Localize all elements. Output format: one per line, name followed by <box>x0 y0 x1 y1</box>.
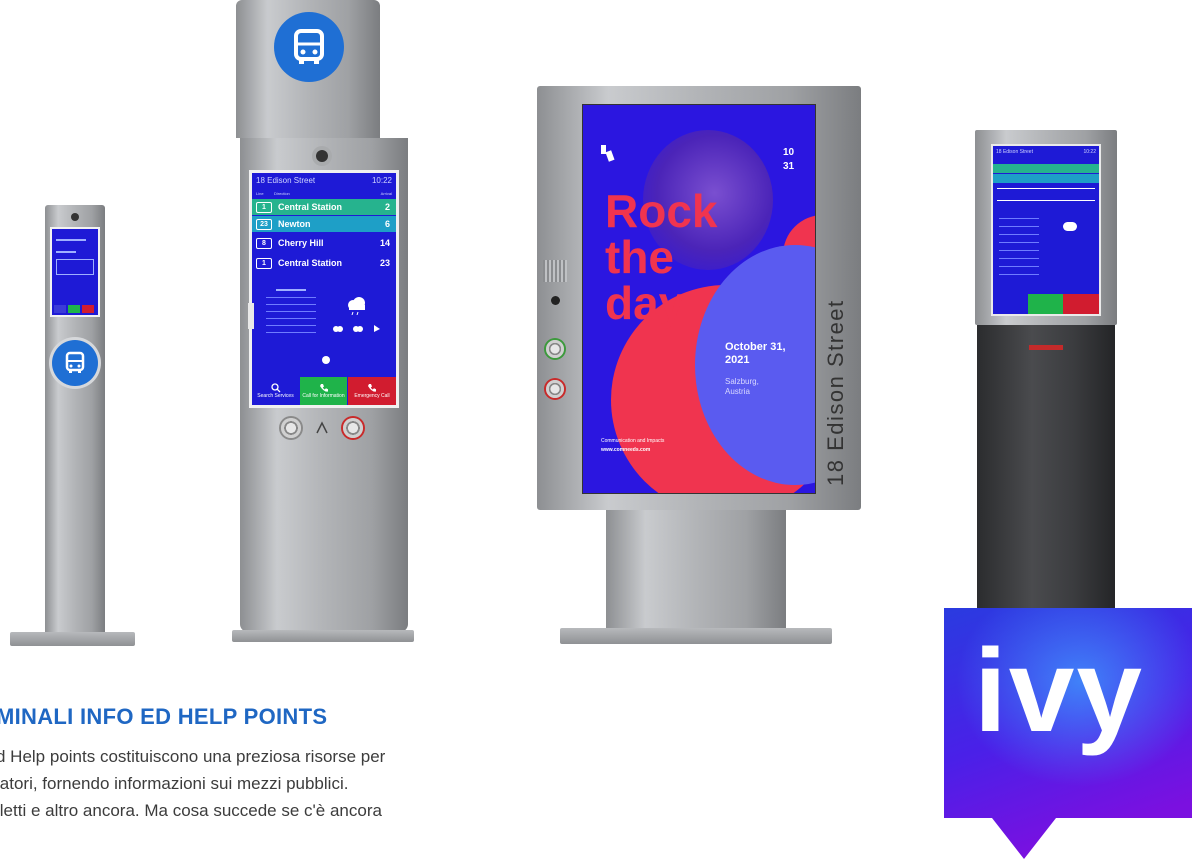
side-icons <box>248 303 254 329</box>
poster-footer-2: www.comneeds.com <box>601 447 651 453</box>
departure-row <box>993 164 1099 173</box>
poster-line-1: Rock <box>605 185 718 237</box>
poster-screen[interactable]: 10 31 Rock the day October 31, 2021 Salz… <box>582 104 816 494</box>
bus-icon <box>65 351 85 373</box>
info-call-button[interactable]: Call for Information <box>300 377 347 405</box>
column-line: Line <box>256 191 264 196</box>
totem-body: 18 Edison Street 10:22 Line Direction Ar… <box>240 138 408 632</box>
paragraph-line-2: iatori, fornendo informazioni sui mezzi … <box>0 774 349 793</box>
poster-line-3: day <box>605 277 685 329</box>
sos-hardware-button[interactable] <box>343 418 363 438</box>
emergency-call-button[interactable] <box>1063 294 1099 314</box>
poster-frame: 10 31 Rock the day October 31, 2021 Salz… <box>537 86 861 510</box>
paragraph-line-1: d Help points costituiscono una preziosa… <box>0 747 386 766</box>
weather-cloud-icon <box>348 297 365 315</box>
poster-footer-1: Communication and Impacts <box>601 438 665 444</box>
forecast-icons <box>333 325 380 332</box>
side-street-sign: 18 Edison Street <box>823 299 848 486</box>
departure-row: 8 Cherry Hill 14 <box>252 235 396 251</box>
column-direction: Direction <box>274 191 290 196</box>
search-services-button[interactable]: Search Services <box>252 377 299 405</box>
clock: 10:22 <box>1083 149 1096 155</box>
poster-place-1: Salzburg, <box>725 377 759 386</box>
slim-kiosk-base <box>10 632 135 646</box>
stop-name: 18 Edison Street <box>996 149 1033 155</box>
bus-icon <box>294 29 324 64</box>
info-hardware-button[interactable] <box>546 340 564 358</box>
departure-screen[interactable]: 18 Edison Street 10:22 Line Direction Ar… <box>249 170 399 408</box>
poster-place-2: Austria <box>725 387 750 396</box>
ivy-logo-text: ivy <box>974 625 1145 757</box>
speaker-grille <box>543 260 567 282</box>
camera <box>71 213 79 221</box>
totem-base <box>232 630 414 642</box>
weather-cloud-icon <box>1063 222 1077 231</box>
dark-totem-body <box>977 325 1115 610</box>
departure-row <box>997 200 1095 201</box>
emergency-call-label: Emergency Call <box>354 393 390 399</box>
slim-kiosk-screen[interactable] <box>50 227 100 317</box>
departure-row: 1 Central Station 23 <box>252 255 396 271</box>
poster-line-2: the <box>605 231 674 283</box>
bus-badge <box>52 340 98 386</box>
column-arrival: Arrival <box>380 191 392 196</box>
departure-row: 23 Newton 6 <box>252 216 396 232</box>
departure-row <box>997 188 1095 189</box>
timer-icon <box>322 356 330 364</box>
brand-mark-icon <box>601 145 615 162</box>
phone-icon <box>319 384 328 392</box>
departure-row: 1 Central Station 2 <box>252 199 396 215</box>
search-services-label: Search Services <box>257 393 294 399</box>
poster-event-date: October 31, 2021 <box>725 341 786 366</box>
poster-camera <box>551 296 560 305</box>
totem-top-cap <box>236 0 380 138</box>
stop-name: 18 Edison Street <box>256 176 316 185</box>
poster-date-top: 10 <box>783 147 795 158</box>
emergency-call-button[interactable]: Emergency Call <box>348 377 396 405</box>
dark-totem-screen[interactable]: 18 Edison Street 10:22 <box>991 144 1101 316</box>
paragraph-line-3: iletti e altro ancora. Ma cosa succede s… <box>0 801 382 820</box>
info-hardware-button[interactable] <box>281 418 301 438</box>
search-icon <box>270 383 280 393</box>
section-heading: MINALI INFO ED HELP POINTS <box>0 704 328 729</box>
departure-row <box>993 174 1099 183</box>
poster-date-bottom: 31 <box>783 161 795 172</box>
phone-icon <box>368 384 376 392</box>
slim-pole-kiosk <box>45 205 105 635</box>
ivy-logo: ivy <box>944 608 1192 859</box>
nfc-icon <box>316 421 328 434</box>
totem-camera <box>316 150 328 162</box>
info-call-label: Call for Information <box>302 393 345 399</box>
bus-badge-large <box>274 12 344 82</box>
schedule-panel <box>999 218 1039 278</box>
poster-stand <box>606 510 786 630</box>
sos-hardware-button[interactable] <box>546 380 564 398</box>
schedule-panel <box>266 289 326 351</box>
poster-base <box>560 628 832 644</box>
red-label <box>1029 345 1063 350</box>
clock: 10:22 <box>371 176 392 185</box>
search-services-button[interactable] <box>993 294 1028 314</box>
info-call-button[interactable] <box>1028 294 1063 314</box>
dark-totem-top: 18 Edison Street 10:22 <box>975 130 1117 325</box>
